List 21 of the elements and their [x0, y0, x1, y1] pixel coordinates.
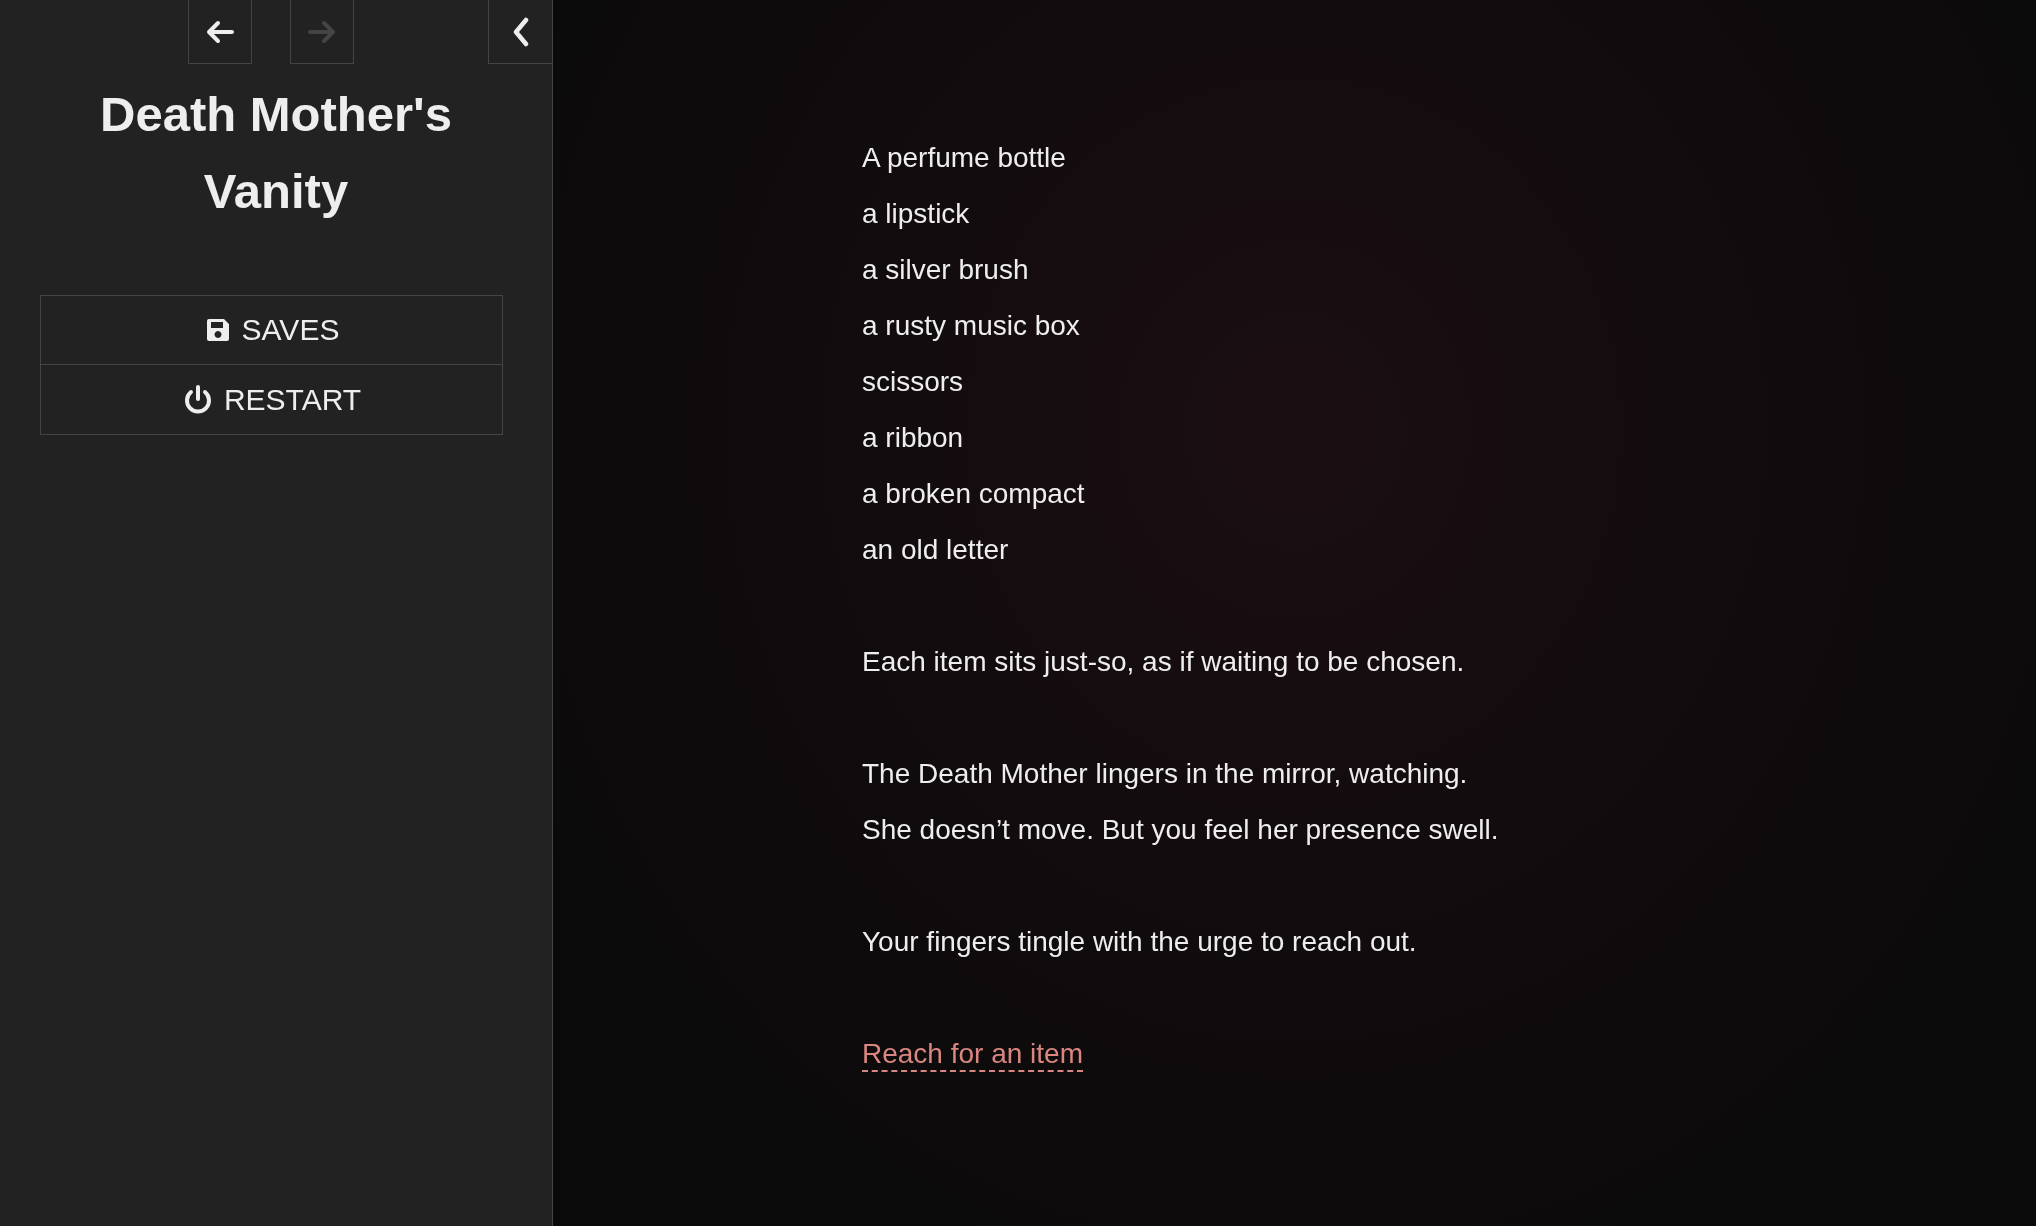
passage-text: Each item sits just-so, as if waiting to be chosen.	[862, 645, 1465, 679]
restart-button[interactable]: RESTART	[40, 365, 503, 435]
passage-text: a silver brush	[862, 253, 1029, 287]
passage-text: a ribbon	[862, 421, 964, 455]
passage-text: an old letter	[862, 533, 1009, 567]
story-title: Death Mother's Vanity	[99, 86, 453, 220]
chevron-left-icon	[511, 16, 530, 47]
passage-text: scissors	[862, 365, 964, 399]
saves-button[interactable]: SAVES	[40, 295, 503, 365]
back-arrow-icon	[205, 18, 235, 45]
passage-text: a broken compact	[862, 477, 1085, 511]
passage-text: a lipstick	[862, 197, 970, 231]
back-button[interactable]	[188, 0, 252, 64]
passage-text: a rusty music box	[862, 309, 1080, 343]
passage-text: Your fingers tingle with the urge to reach out.	[862, 925, 1417, 959]
reach-link[interactable]: Reach for an item	[862, 1038, 1083, 1072]
collapse-sidebar-button[interactable]	[488, 0, 552, 64]
forward-arrow-icon	[307, 18, 337, 45]
passage-text: A perfume bottle	[862, 141, 1066, 175]
passage-text: She doesn’t move. But you feel her presence swell.	[862, 813, 1499, 847]
passage-text: The Death Mother lingers in the mirror, watching.	[862, 757, 1468, 791]
